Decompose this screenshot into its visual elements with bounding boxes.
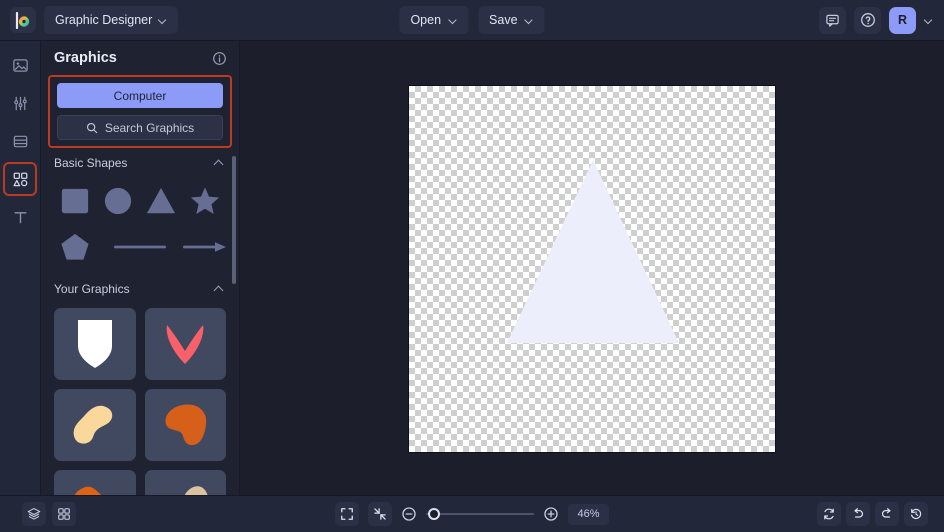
- top-toolbar: Graphic Designer Open Save R: [0, 0, 944, 41]
- app-body: Graphics Computer Search Graphics Basic …: [0, 41, 944, 495]
- reset-button[interactable]: [817, 502, 841, 526]
- zoom-slider[interactable]: [426, 507, 534, 521]
- reset-icon: [822, 507, 836, 521]
- document-mode-label: Graphic Designer: [55, 13, 153, 27]
- info-circle-icon[interactable]: [212, 51, 227, 66]
- triangle-shape[interactable]: [140, 180, 183, 222]
- zoom-slider-handle[interactable]: [428, 508, 440, 520]
- image-icon: [12, 57, 29, 74]
- fullscreen-button[interactable]: [335, 502, 359, 526]
- zoom-out-button[interactable]: [401, 506, 417, 522]
- arrow-shape[interactable]: [182, 226, 227, 268]
- section-title: Basic Shapes: [54, 156, 128, 170]
- blob-orange-2-graphic[interactable]: [54, 470, 136, 495]
- zoom-controls: 46%: [335, 502, 609, 526]
- circle-shape[interactable]: [96, 180, 139, 222]
- graphic-designer-app: Graphic Designer Open Save R Graphics Co…: [0, 0, 944, 532]
- comment-icon: [825, 13, 840, 28]
- bottom-toolbar: 46%: [0, 495, 944, 532]
- help-button[interactable]: [854, 6, 881, 34]
- save-button[interactable]: Save: [478, 6, 545, 34]
- undo-button[interactable]: [846, 502, 870, 526]
- blob-orange-graphic[interactable]: [144, 389, 226, 461]
- heart-graphic[interactable]: [144, 308, 226, 380]
- undo-icon: [851, 507, 865, 521]
- star-shape[interactable]: [183, 180, 227, 222]
- bottom-right-actions: [817, 502, 928, 526]
- sidebar-item-graphics[interactable]: [3, 162, 37, 196]
- layers-button[interactable]: [22, 502, 46, 526]
- pentagon-shape[interactable]: [53, 226, 96, 268]
- search-icon: [86, 122, 98, 134]
- section-header-basic-shapes[interactable]: Basic Shapes: [41, 148, 239, 178]
- center-actions: Open Save: [399, 6, 545, 34]
- fit-to-screen-button[interactable]: [368, 502, 392, 526]
- chevron-up-icon: [215, 285, 223, 293]
- design-canvas[interactable]: [409, 86, 775, 452]
- save-label: Save: [489, 13, 518, 27]
- fullscreen-icon: [340, 507, 354, 521]
- page-title: Graphics: [54, 50, 117, 66]
- bottom-left-actions: [22, 502, 76, 526]
- sidebar-item-text[interactable]: [6, 203, 34, 231]
- section-header-your-graphics[interactable]: Your Graphics: [41, 274, 239, 304]
- document-mode-dropdown[interactable]: Graphic Designer: [44, 6, 179, 34]
- chevron-down-icon: [159, 16, 167, 24]
- source-selection-highlight: Computer Search Graphics: [48, 75, 232, 148]
- help-circle-icon: [860, 12, 876, 28]
- feedback-button[interactable]: [819, 6, 846, 34]
- grid-icon: [57, 507, 71, 521]
- user-avatar[interactable]: R: [889, 6, 916, 34]
- blob-tan-graphic[interactable]: [54, 389, 136, 461]
- sidebar-item-layout[interactable]: [6, 127, 34, 155]
- history-button[interactable]: [904, 502, 928, 526]
- redo-icon: [880, 507, 894, 521]
- panel-scrollbar[interactable]: [232, 156, 236, 284]
- search-graphics-button[interactable]: Search Graphics: [57, 115, 223, 140]
- shapes-icon: [12, 171, 29, 188]
- panel-header: Graphics: [41, 41, 239, 75]
- square-shape[interactable]: [53, 180, 96, 222]
- avatar-initial: R: [897, 13, 908, 27]
- basic-shapes-grid: [41, 178, 239, 274]
- search-graphics-label: Search Graphics: [104, 120, 195, 135]
- redo-button[interactable]: [875, 502, 899, 526]
- account-chevron-down-icon[interactable]: [924, 15, 934, 25]
- history-icon: [909, 507, 923, 521]
- chevron-up-icon: [215, 159, 223, 167]
- layout-icon: [12, 133, 29, 150]
- sidebar-item-image[interactable]: [6, 51, 34, 79]
- sliders-icon: [12, 95, 29, 112]
- top-right-actions: R: [819, 6, 934, 34]
- blob-beige-graphic[interactable]: [144, 470, 226, 495]
- computer-label: Computer: [113, 88, 167, 103]
- open-button[interactable]: Open: [399, 6, 469, 34]
- pixlr-logo-icon[interactable]: [10, 7, 36, 33]
- open-label: Open: [410, 13, 442, 27]
- panel-scroll-area: Basic Shapes Your Graphics: [41, 148, 239, 495]
- line-shape[interactable]: [96, 226, 183, 268]
- chevron-down-icon: [449, 16, 457, 24]
- tool-rail: [0, 41, 41, 495]
- zoom-slider-track: [426, 513, 534, 515]
- triangle-shape-object[interactable]: [507, 160, 679, 343]
- zoom-in-button[interactable]: [543, 506, 559, 522]
- your-graphics-grid: [41, 304, 239, 495]
- sidebar-item-adjust[interactable]: [6, 89, 34, 117]
- computer-button[interactable]: Computer: [57, 83, 223, 108]
- graphics-panel: Graphics Computer Search Graphics Basic …: [41, 41, 240, 495]
- zoom-level-value[interactable]: 46%: [568, 503, 609, 525]
- fit-to-screen-icon: [373, 507, 387, 521]
- layers-icon: [27, 507, 41, 521]
- section-title: Your Graphics: [54, 282, 130, 296]
- shield-graphic[interactable]: [54, 308, 136, 380]
- text-t-icon: [12, 209, 29, 226]
- grid-button[interactable]: [52, 502, 76, 526]
- chevron-down-icon: [526, 16, 534, 24]
- canvas-area[interactable]: [240, 41, 944, 495]
